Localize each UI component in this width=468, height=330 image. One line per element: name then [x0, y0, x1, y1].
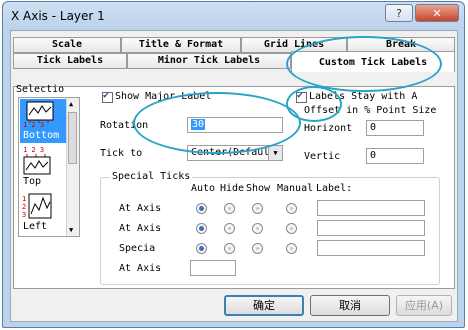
svg-text:3: 3 [22, 211, 26, 219]
tab-tick-labels[interactable]: Tick Labels [13, 53, 127, 69]
tab-title-format[interactable]: Title & Format [121, 37, 241, 53]
tab-scale[interactable]: Scale [13, 37, 121, 53]
radio-hide[interactable] [224, 203, 235, 214]
radio-show[interactable] [252, 223, 263, 234]
special-ticks-title: Special Ticks [110, 171, 193, 182]
selection-item-left[interactable]: 1 2 3 Left [20, 190, 66, 234]
dialog-client: Scale Title & Format Grid Lines Break Ti… [10, 30, 458, 322]
special-label-input[interactable] [317, 220, 425, 236]
special-label-input[interactable] [317, 200, 425, 216]
axis-top-digits: 1 2 3 [23, 146, 45, 154]
tab-minor-tick-labels[interactable]: Minor Tick Labels [127, 53, 291, 69]
horizontal-offset-label: Horizont [304, 123, 353, 134]
close-button[interactable]: ✕ [415, 4, 459, 22]
vertical-offset-input[interactable]: 0 [366, 148, 424, 164]
selection-item-bottom[interactable]: 1 2 3 Bottom [20, 99, 66, 143]
at-axis-value-input[interactable] [190, 260, 236, 276]
column-show: Show [246, 183, 271, 194]
help-button[interactable]: ? [385, 4, 413, 22]
radio-hide[interactable] [224, 243, 235, 254]
show-major-label-text: Show Major Label [115, 91, 212, 102]
selection-list[interactable]: 1 2 3 Bottom 1 2 3 Top 1 2 3 Left ▲ ▼ [18, 97, 80, 237]
scroll-thumb[interactable] [68, 112, 77, 164]
radio-auto[interactable] [196, 243, 207, 254]
radio-show[interactable] [252, 203, 263, 214]
horizontal-offset-input[interactable]: 0 [366, 120, 424, 136]
selection-item-top[interactable]: 1 2 3 Top [20, 146, 66, 188]
selection-item-label: Top [23, 176, 42, 187]
special-row-label: At Axis [119, 223, 162, 234]
rotation-label: Rotation [100, 120, 149, 131]
tick-to-value: Center(Default [191, 147, 276, 158]
tab-panel: Selectio 1 2 3 Bottom 1 2 3 Top 1 2 3 Le… [13, 84, 455, 289]
axis-bottom-digits: 1 2 3 [23, 121, 45, 129]
radio-show[interactable] [252, 243, 263, 254]
axis-top-icon [23, 154, 51, 175]
radio-manual[interactable] [286, 243, 297, 254]
rotation-input[interactable]: 30 [187, 117, 283, 133]
special-row-label: At Axis [119, 203, 162, 214]
column-hide: Hide [220, 183, 245, 194]
selection-scrollbar[interactable]: ▲ ▼ [66, 98, 79, 236]
offset-label: Offset in % Point Size [304, 105, 437, 116]
axis-left-icon: 1 2 3 [22, 193, 52, 219]
chevron-down-icon[interactable]: ▼ [268, 146, 282, 160]
show-major-label-checkbox[interactable] [102, 90, 113, 103]
svg-text:1: 1 [22, 195, 26, 203]
tick-to-select[interactable]: Center(Default ▼ [187, 145, 283, 161]
radio-auto[interactable] [196, 203, 207, 214]
radio-manual[interactable] [286, 223, 297, 234]
tab-custom-tick-labels[interactable]: Custom Tick Labels [291, 51, 455, 72]
column-auto: Auto [191, 183, 216, 194]
window-title: X Axis - Layer 1 [11, 9, 105, 23]
column-manual: Manual [277, 183, 314, 194]
ok-button[interactable]: 确定 [224, 295, 304, 316]
scroll-up-icon[interactable]: ▲ [69, 100, 73, 108]
special-row-label: Specia [119, 243, 156, 254]
rotation-value: 30 [191, 119, 206, 130]
special-row-label: At Axis [119, 263, 162, 274]
apply-button[interactable]: 应用(A) [396, 295, 452, 316]
labels-stay-text: Labels Stay with A [309, 91, 418, 102]
labels-stay-checkbox[interactable] [296, 90, 307, 103]
radio-hide[interactable] [224, 223, 235, 234]
cancel-button[interactable]: 取消 [310, 295, 390, 316]
radio-auto[interactable] [196, 223, 207, 234]
selection-item-label: Left [23, 221, 48, 232]
svg-text:2: 2 [22, 203, 26, 211]
vertical-offset-label: Vertic [304, 151, 341, 162]
column-label: Label: [316, 183, 353, 194]
tick-to-label: Tick to [100, 148, 143, 159]
special-label-input[interactable] [317, 240, 425, 256]
scroll-down-icon[interactable]: ▼ [69, 226, 73, 234]
selection-header: Selectio [16, 84, 65, 95]
radio-manual[interactable] [286, 203, 297, 214]
dialog-window: X Axis - Layer 1 ? ✕ Scale Title & Forma… [2, 1, 465, 328]
selection-item-label: Bottom [23, 130, 60, 141]
